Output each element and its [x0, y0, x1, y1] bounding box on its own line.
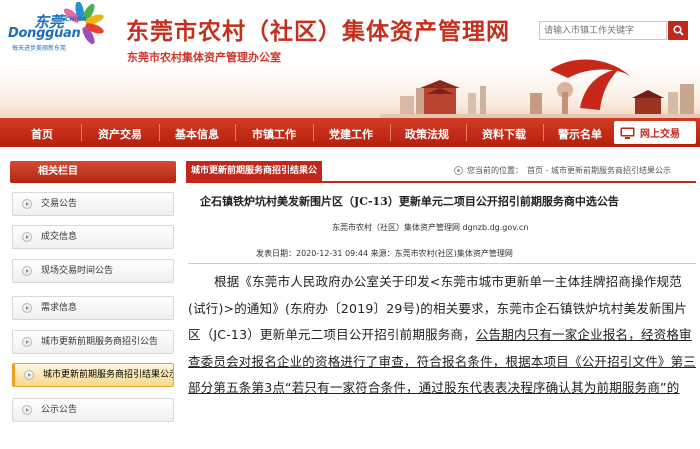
sidebar-item-public-notice[interactable]: 公示公告 [12, 398, 174, 422]
main-content: 城市更新前期服务商招引结果公 您当前的位置： 首页 - 城市更新前期服务商招引结… [186, 159, 700, 449]
site-title: 东莞市农村（社区）集体资产管理网 [126, 19, 510, 45]
nav-separator [313, 124, 314, 141]
sidebar-item-label: 交易公告 [41, 199, 78, 209]
sidebar-item-label: 成交信息 [41, 232, 78, 242]
search-icon [672, 25, 684, 36]
sidebar-item-renewal-recruit-result[interactable]: 城市更新前期服务商招引结果公示 [12, 363, 174, 387]
location-icon [454, 166, 463, 175]
arrow-bullet-icon [22, 266, 32, 276]
nav-separator [235, 124, 236, 141]
article-divider [188, 263, 696, 264]
site-banner: 东莞 CHINA Dongguan 每天进步美丽新东莞 东莞市农村（社区）集体资… [0, 0, 700, 118]
sidebar: 相关栏目 交易公告 成交信息 现场交易时间公告 需求信息 城市更新前期服务商招引… [0, 159, 178, 449]
nav-home[interactable]: 首页 [31, 126, 53, 142]
logo-china-text: CHINA [65, 16, 87, 23]
sidebar-item-deal-info[interactable]: 成交信息 [12, 225, 174, 249]
search-button[interactable] [668, 21, 688, 40]
article-paragraph: 根据《东莞市人民政府办公室关于印发<东莞市城市更新单一主体挂牌招商操作规范(试行… [188, 269, 696, 402]
arrow-bullet-icon [22, 405, 32, 415]
section-tabbar: 城市更新前期服务商招引结果公 您当前的位置： 首页 - 城市更新前期服务商招引结… [186, 161, 696, 183]
monitor-icon [620, 127, 635, 139]
sidebar-item-trading-notice[interactable]: 交易公告 [12, 192, 174, 216]
article-publish-line: 发表日期：2020-12-31 09:44 来源：东莞市农村(社区)集体资产管理… [256, 249, 513, 258]
arrow-bullet-icon [22, 199, 32, 209]
dongguan-logo[interactable]: 东莞 CHINA Dongguan 每天进步美丽新东莞 [4, 1, 104, 68]
nav-separator [543, 124, 544, 141]
online-trading-label: 网上交易 [640, 129, 680, 140]
nav-asset-trading[interactable]: 资产交易 [98, 126, 142, 142]
arrow-bullet-icon [24, 370, 34, 380]
section-tab[interactable]: 城市更新前期服务商招引结果公 [186, 161, 323, 181]
arrow-bullet-icon [22, 337, 32, 347]
nav-separator [466, 124, 467, 141]
logo-en-text: Dongguan [8, 26, 81, 41]
sidebar-item-label: 需求信息 [41, 303, 78, 313]
breadcrumb-path[interactable]: 首页 - 城市更新前期服务商招引结果公示 [527, 165, 671, 176]
nav-town-work[interactable]: 市镇工作 [252, 126, 296, 142]
sidebar-item-label: 公示公告 [41, 405, 78, 415]
sidebar-heading: 相关栏目 [10, 161, 176, 183]
search-input[interactable] [539, 21, 667, 40]
sidebar-item-onsite-time[interactable]: 现场交易时间公告 [12, 259, 174, 283]
article-source-line: 东莞市农村（社区）集体资产管理网 dgnzb.dg.gov.cn [332, 223, 529, 232]
sidebar-item-label: 城市更新前期服务商招引公告 [41, 337, 159, 347]
nav-basic-info[interactable]: 基本信息 [175, 126, 219, 142]
arrow-bullet-icon [22, 303, 32, 313]
nav-policies[interactable]: 政策法规 [405, 126, 449, 142]
online-trading-button[interactable]: 网上交易 [614, 121, 696, 144]
nav-warning-list[interactable]: 警示名单 [558, 126, 602, 142]
logo-slogan: 每天进步美丽新东莞 [12, 45, 67, 52]
nav-separator [81, 124, 82, 141]
article-title: 企石镇铁炉坑村美发新围片区（JC-13）更新单元二项目公开招引前期服务商中选公告 [200, 195, 619, 208]
main-nav: 首页 资产交易 基本信息 市镇工作 党建工作 政策法规 资料下载 警示名单 网上… [0, 118, 700, 147]
site-subtitle: 东莞市农村集体资产管理办公室 [127, 51, 281, 64]
sidebar-item-demand-info[interactable]: 需求信息 [12, 296, 174, 320]
nav-separator [390, 124, 391, 141]
sidebar-item-renewal-recruit-notice[interactable]: 城市更新前期服务商招引公告 [12, 330, 174, 354]
nav-party-work[interactable]: 党建工作 [329, 126, 373, 142]
nav-separator [159, 124, 160, 141]
breadcrumb-prefix: 您当前的位置： [467, 166, 523, 175]
breadcrumb: 您当前的位置： 首页 - 城市更新前期服务商招引结果公示 [454, 165, 671, 176]
city-skyline-illustration [380, 59, 700, 118]
sidebar-item-label: 城市更新前期服务商招引结果公示 [43, 370, 174, 380]
sidebar-item-label: 现场交易时间公告 [41, 266, 114, 276]
article-body: 根据《东莞市人民政府办公室关于印发<东莞市城市更新单一主体挂牌招商操作规范(试行… [188, 269, 696, 402]
nav-downloads[interactable]: 资料下载 [482, 126, 526, 142]
arrow-bullet-icon [22, 232, 32, 242]
